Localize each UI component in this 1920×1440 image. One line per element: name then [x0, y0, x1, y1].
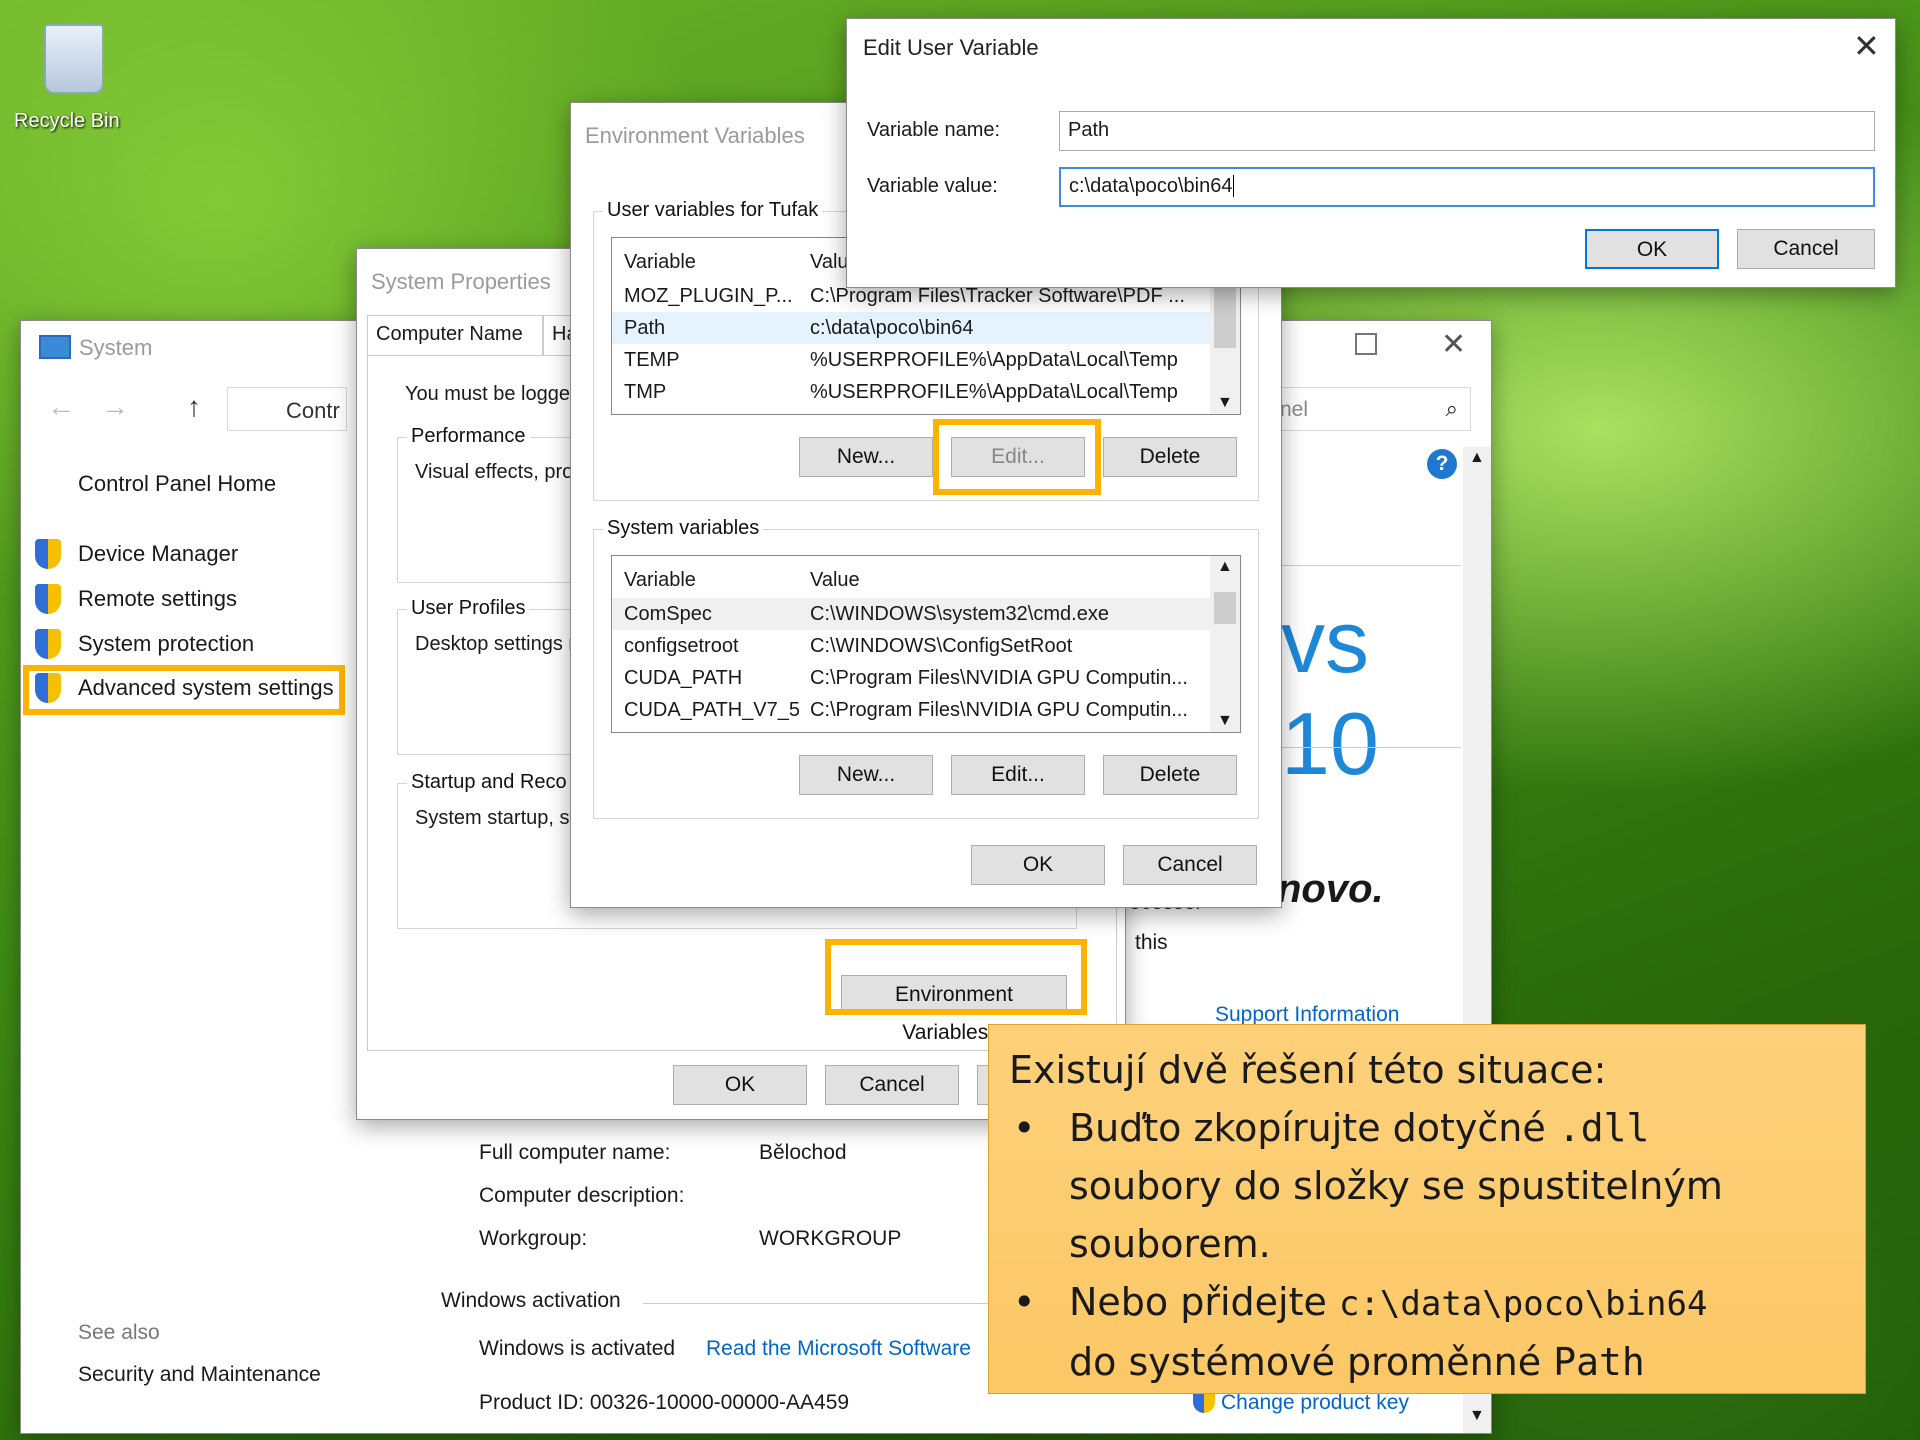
full-computer-name-value: Bělochod [759, 1141, 847, 1164]
license-terms-link[interactable]: Read the Microsoft Software [706, 1337, 971, 1361]
product-id: Product ID: 00326-10000-00000-AA459 [479, 1391, 850, 1414]
callout-heading: Existují dvě řešení této situace: [1009, 1048, 1607, 1092]
oem-logo: novo. [1277, 867, 1384, 911]
edit-variable-title: Edit User Variable [863, 35, 1039, 60]
scroll-down-icon[interactable]: ▼ [1469, 1407, 1485, 1425]
shield-icon [35, 584, 61, 614]
address-bar[interactable]: Contr [227, 387, 347, 431]
system-protection-link[interactable]: System protection [78, 631, 254, 657]
scroll-down-icon[interactable]: ▼ [1217, 394, 1233, 412]
list-item[interactable]: ComSpec C:\WINDOWS\system32\cmd.exe [612, 598, 1212, 630]
windows-10-brand: vs 10 [1281, 592, 1379, 793]
workgroup-value: WORKGROUP [759, 1227, 902, 1250]
full-computer-name-label: Full computer name: [479, 1141, 671, 1164]
variable-value-field[interactable]: c:\data\poco\bin64 [1059, 167, 1875, 207]
environment-variables-highlight [825, 939, 1087, 1015]
system-new-button[interactable]: New... [799, 755, 933, 795]
device-manager-link[interactable]: Device Manager [78, 541, 238, 567]
system-variables-list[interactable]: Variable Value ComSpec C:\WINDOWS\system32… [611, 555, 1241, 733]
security-maintenance-link[interactable]: Security and Maintenance [78, 1363, 321, 1387]
close-icon[interactable]: ✕ [1853, 27, 1880, 65]
workgroup-label: Workgroup: [479, 1227, 588, 1250]
user-profiles-text: Desktop settings r [415, 633, 576, 655]
system-variables-label: System variables [603, 517, 764, 540]
breadcrumb[interactable]: Contr [286, 398, 340, 424]
user-variables-label: User variables for Tufak [603, 199, 823, 222]
performance-label: Performance [407, 425, 530, 448]
list-item[interactable]: TEMP %USERPROFILE%\AppData\Local\Temp [612, 344, 1212, 376]
list-item-selected[interactable]: Path c:\data\poco\bin64 [612, 312, 1212, 344]
activation-status: Windows is activated [479, 1337, 676, 1360]
divider [643, 1303, 1043, 1304]
callout-bullet-1: • Buďto zkopírujte dotyčné .dll soubory do… [1013, 1106, 1723, 1266]
search-box[interactable]: nel ⌕ [1271, 387, 1471, 431]
instruction-callout: Existují dvě řešení této situace: • Buďto… [988, 1024, 1866, 1394]
tab-computer-name[interactable]: Computer Name [367, 315, 543, 355]
ok-button[interactable]: OK [1585, 229, 1719, 269]
cancel-button[interactable]: Cancel [825, 1065, 959, 1105]
search-icon[interactable]: ⌕ [1446, 396, 1458, 422]
startup-recovery-label: Startup and Reco [407, 771, 571, 794]
windows-activation-header: Windows activation [441, 1289, 621, 1312]
back-arrow-icon[interactable]: ← [47, 391, 75, 423]
startup-recovery-text: System startup, sy [415, 807, 580, 829]
list-item[interactable]: CUDA_PATH_V7_5 C:\Program Files\NVIDIA GP… [612, 694, 1212, 726]
shield-icon [35, 539, 61, 569]
recycle-bin-icon [44, 24, 104, 94]
system-delete-button[interactable]: Delete [1103, 755, 1237, 795]
callout-bullet-2: • Nebo přidejte c:\data\poco\bin64 do syst… [1013, 1280, 1708, 1384]
up-arrow-icon[interactable]: ↑ [187, 391, 201, 423]
search-text: nel [1280, 398, 1309, 421]
edit-user-variable-dialog: Edit User Variable ✕ Variable name: Path… [846, 18, 1896, 288]
variable-name-field[interactable]: Path [1059, 111, 1875, 151]
forward-arrow-icon[interactable]: → [101, 391, 129, 423]
close-button[interactable]: ✕ [1441, 327, 1466, 362]
computer-icon [39, 335, 71, 359]
list-header: Variable Value [624, 569, 860, 591]
variable-value-label: Variable value: [867, 175, 998, 197]
scroll-up-icon[interactable]: ▲ [1217, 558, 1233, 576]
list-item[interactable]: CUDA_PATH C:\Program Files\NVIDIA GPU Com… [612, 662, 1212, 694]
edit-button-highlight [933, 419, 1101, 495]
ok-button[interactable]: OK [673, 1065, 807, 1105]
this-fragment: this [1135, 931, 1168, 954]
ok-button[interactable]: OK [971, 845, 1105, 885]
admin-notice: You must be logged [405, 383, 582, 405]
cancel-button[interactable]: Cancel [1737, 229, 1875, 269]
shield-icon [35, 629, 61, 659]
scroll-up-icon[interactable]: ▲ [1469, 449, 1485, 467]
user-profiles-label: User Profiles [407, 597, 530, 620]
user-new-button[interactable]: New... [799, 437, 933, 477]
user-delete-button[interactable]: Delete [1103, 437, 1237, 477]
cancel-button[interactable]: Cancel [1123, 845, 1257, 885]
list-scrollbar[interactable]: ▲ ▼ [1210, 556, 1240, 732]
remote-settings-link[interactable]: Remote settings [78, 586, 237, 612]
list-item[interactable]: TMP %USERPROFILE%\AppData\Local\Temp [612, 376, 1212, 408]
help-icon[interactable]: ? [1427, 449, 1457, 479]
system-edit-button[interactable]: Edit... [951, 755, 1085, 795]
advanced-settings-highlight [23, 665, 345, 715]
system-title: System [79, 335, 153, 360]
recycle-bin-label: Recycle Bin [14, 110, 120, 132]
control-panel-home-link[interactable]: Control Panel Home [78, 471, 276, 497]
recycle-bin[interactable]: Recycle Bin [14, 18, 134, 138]
variable-name-label: Variable name: [867, 119, 1001, 141]
change-product-key-link[interactable]: Change product key [1221, 1391, 1409, 1415]
scroll-down-icon[interactable]: ▼ [1217, 712, 1233, 730]
performance-text: Visual effects, pro [415, 461, 574, 483]
computer-description-label: Computer description: [479, 1184, 685, 1207]
list-item[interactable]: configsetroot C:\WINDOWS\ConfigSetRoot [612, 630, 1212, 662]
maximize-button[interactable] [1355, 333, 1377, 355]
see-also-header: See also [78, 1321, 160, 1344]
